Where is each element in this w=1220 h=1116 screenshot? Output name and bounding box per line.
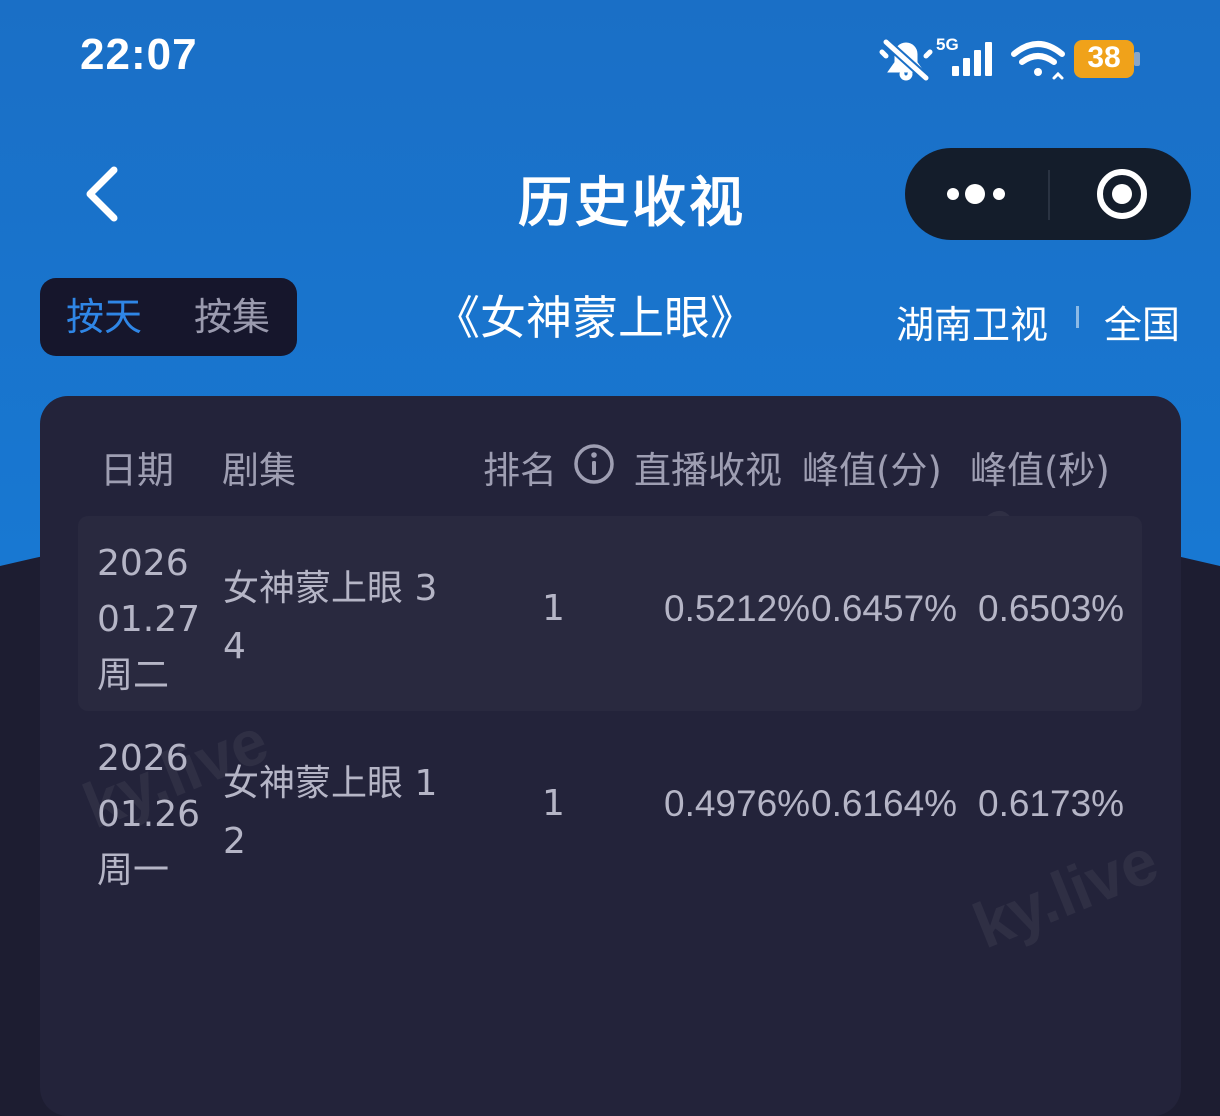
- target-circle-icon: [1097, 169, 1147, 219]
- row-rank: 1: [542, 588, 565, 629]
- header-live-rating: 直播收视: [634, 449, 782, 492]
- more-options-button[interactable]: [905, 148, 1047, 240]
- channel-selector[interactable]: 湖南卫视: [896, 294, 1048, 349]
- info-icon[interactable]: [572, 442, 616, 486]
- header-rank: 排名: [483, 449, 557, 492]
- wifi-icon: [1011, 41, 1065, 80]
- region-selector[interactable]: 全国: [1104, 294, 1180, 349]
- row-weekday: 周一: [97, 850, 170, 891]
- more-dots-icon: [947, 184, 1005, 204]
- row-episode: 女神蒙上眼 1 2: [223, 763, 438, 862]
- row-episode: 女神蒙上眼 3 4: [223, 568, 438, 667]
- row-date: 2026 01.27 周二: [97, 536, 217, 704]
- header-peak-second: 峰值(秒): [970, 449, 1110, 492]
- network-type-label: 5G: [936, 35, 959, 54]
- row-peak-minute: 0.6457%: [811, 588, 958, 629]
- row-live-rating: 0.5212%: [664, 588, 811, 629]
- status-time: 22:07: [80, 30, 198, 79]
- row-day: 01.26: [97, 794, 201, 835]
- status-icons: 5G 38: [878, 34, 1148, 86]
- ratings-table-card: ky.live ky.live ky.live ky.live 日期 剧集 排名…: [40, 396, 1181, 1116]
- miniprogram-capsule: [905, 148, 1191, 240]
- row-day: 01.27: [97, 599, 201, 640]
- row-year: 2026: [97, 738, 189, 779]
- mute-bell-icon: [879, 37, 933, 83]
- row-peak-minute: 0.6164%: [811, 783, 958, 824]
- row-year: 2026: [97, 543, 189, 584]
- toggle-by-day[interactable]: 按天: [66, 278, 142, 356]
- header-date: 日期: [100, 449, 174, 492]
- close-miniprogram-button[interactable]: [1050, 148, 1191, 240]
- table-row[interactable]: 2026 01.27 周二 女神蒙上眼 3 4 1 0.5212% 0.6457…: [78, 516, 1142, 711]
- show-title: 《女神蒙上眼》: [434, 291, 756, 345]
- row-peak-second: 0.6173%: [978, 783, 1125, 824]
- toggle-by-episode[interactable]: 按集: [194, 278, 270, 356]
- battery-percentage: 38: [1087, 41, 1121, 74]
- view-mode-toggle: 按天 按集: [40, 278, 297, 356]
- header-peak-minute: 峰值(分): [802, 449, 942, 492]
- filter-divider: [1076, 306, 1079, 328]
- row-live-rating: 0.4976%: [664, 783, 811, 824]
- row-date: 2026 01.26 周一: [97, 731, 217, 899]
- header-episode: 剧集: [222, 449, 296, 492]
- row-peak-second: 0.6503%: [978, 588, 1125, 629]
- row-rank: 1: [542, 783, 565, 824]
- row-weekday: 周二: [97, 655, 170, 696]
- table-row[interactable]: 2026 01.26 周一 女神蒙上眼 1 2 1 0.4976% 0.6164…: [78, 711, 1142, 906]
